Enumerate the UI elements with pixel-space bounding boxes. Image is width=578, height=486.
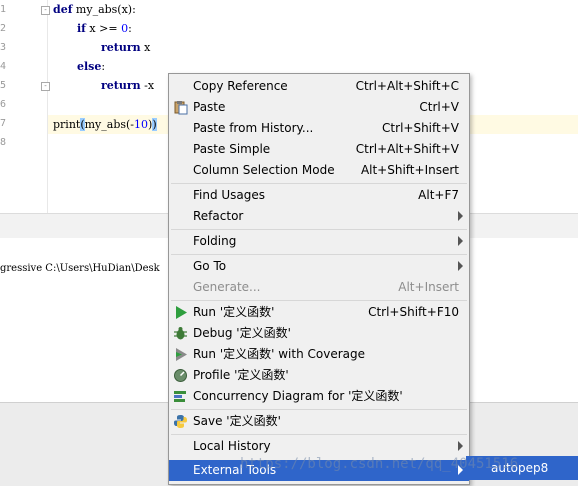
submenu-arrow-icon: [458, 441, 463, 451]
debug-bug-icon: [174, 327, 187, 340]
menu-item-paste-from-history[interactable]: Paste from History... Ctrl+Shift+V: [169, 118, 469, 139]
menu-separator: [171, 409, 467, 410]
editor-context-menu: Copy Reference Ctrl+Alt+Shift+C Paste Ctrl…: [168, 73, 470, 485]
code-line-1: def my_abs(x):: [53, 3, 136, 16]
menu-item-find-usages[interactable]: Find Usages Alt+F7: [169, 185, 469, 206]
menu-item-paste[interactable]: Paste Ctrl+V: [169, 97, 469, 118]
line-number: 4: [0, 61, 7, 72]
code-line-7: print(my_abs(-10)): [53, 118, 157, 131]
clipboard-icon: [174, 101, 188, 115]
line-number: 5: [0, 80, 7, 91]
coverage-icon: [176, 348, 187, 361]
menu-item-generate[interactable]: Generate... Alt+Insert: [169, 277, 469, 298]
submenu-arrow-icon: [458, 211, 463, 221]
console-output-line: gressive C:\Users\HuDian\Desk: [0, 263, 160, 274]
menu-separator: [171, 254, 467, 255]
fold-collapse-icon[interactable]: -: [41, 6, 50, 15]
line-number: 7: [0, 118, 7, 129]
menu-item-debug[interactable]: Debug '定义函数': [169, 323, 469, 344]
submenu-arrow-icon: [458, 236, 463, 246]
line-number: 8: [0, 137, 7, 148]
menu-item-column-selection-mode[interactable]: Column Selection Mode Alt+Shift+Insert: [169, 160, 469, 181]
menu-item-profile[interactable]: Profile '定义函数': [169, 365, 469, 386]
line-number: 6: [0, 99, 7, 110]
code-line-5: return -x: [101, 79, 155, 92]
menu-separator: [171, 229, 467, 230]
menu-separator: [171, 183, 467, 184]
menu-item-concurrency-diagram[interactable]: Concurrency Diagram for '定义函数': [169, 386, 469, 407]
watermark: https://blog.csdn.net/qq_40451516: [240, 456, 519, 472]
code-line-4: else:: [77, 60, 106, 73]
menu-item-copy-reference[interactable]: Copy Reference Ctrl+Alt+Shift+C: [169, 76, 469, 97]
menu-item-go-to[interactable]: Go To: [169, 256, 469, 277]
concurrency-diagram-icon: [174, 391, 186, 402]
code-line-3: return x: [101, 41, 151, 54]
line-gutter: 1 2 3 4 5 6 7 8 - -: [0, 0, 50, 213]
code-line-2: if x >= 0:: [77, 22, 132, 35]
menu-item-paste-simple[interactable]: Paste Simple Ctrl+Alt+Shift+V: [169, 139, 469, 160]
run-icon: [176, 306, 187, 319]
menu-separator: [171, 300, 467, 301]
profile-icon: [174, 369, 187, 382]
menu-item-save[interactable]: Save '定义函数': [169, 411, 469, 432]
fold-collapse-icon[interactable]: -: [41, 82, 50, 91]
menu-separator: [171, 434, 467, 435]
submenu-arrow-icon: [458, 261, 463, 271]
python-icon: [174, 415, 187, 428]
line-number: 2: [0, 23, 7, 34]
menu-item-run-with-coverage[interactable]: Run '定义函数' with Coverage: [169, 344, 469, 365]
line-number: 3: [0, 42, 7, 53]
menu-item-run[interactable]: Run '定义函数' Ctrl+Shift+F10: [169, 302, 469, 323]
line-number: 1: [0, 4, 7, 15]
menu-item-refactor[interactable]: Refactor: [169, 206, 469, 227]
menu-item-folding[interactable]: Folding: [169, 231, 469, 252]
menu-item-local-history[interactable]: Local History: [169, 436, 469, 457]
